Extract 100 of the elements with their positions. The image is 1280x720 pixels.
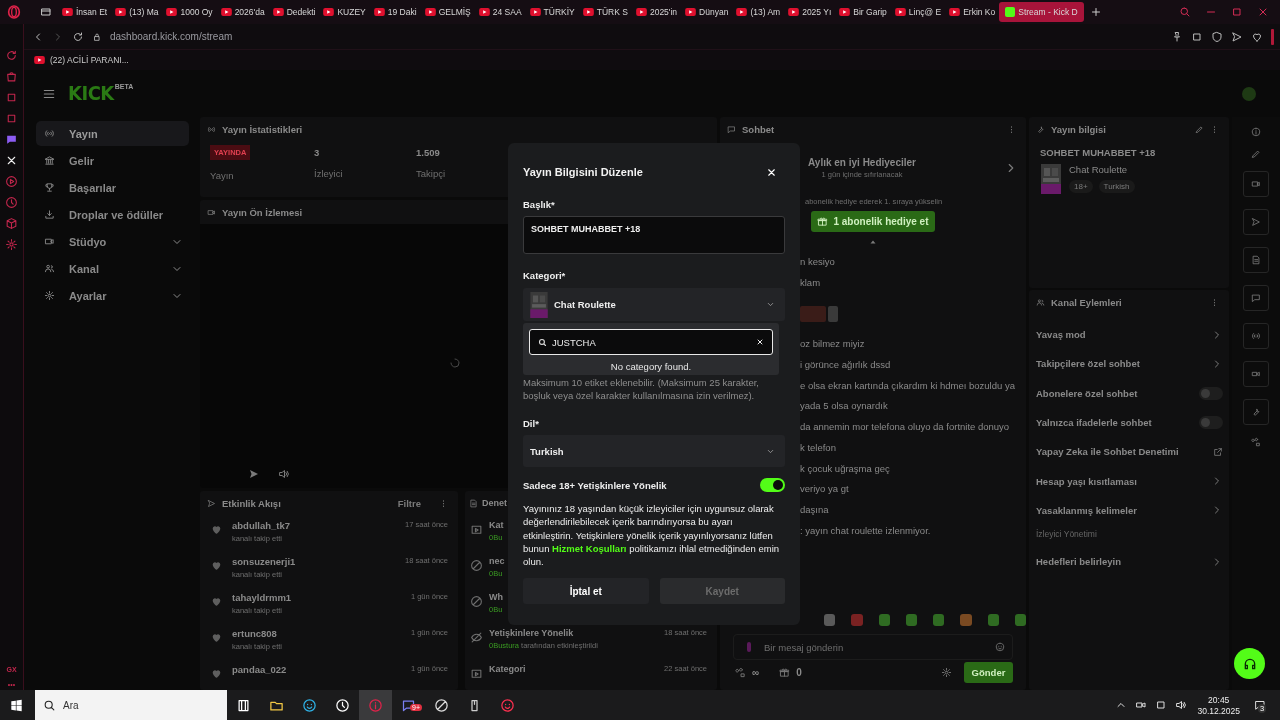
browser-tab[interactable]: Erkin Ko bbox=[945, 2, 1000, 22]
nav-item[interactable]: Ayarlar bbox=[36, 283, 189, 308]
clock-icon[interactable] bbox=[5, 196, 18, 209]
emote-icon[interactable] bbox=[905, 614, 917, 626]
browser-tab[interactable]: 1000 Oy bbox=[162, 2, 217, 22]
browser-tab[interactable]: 2026'da bbox=[216, 2, 269, 22]
terms-link[interactable]: Hizmet Koşulları bbox=[552, 542, 627, 554]
start-button[interactable] bbox=[10, 698, 23, 712]
nav-item[interactable]: Gelir bbox=[36, 148, 189, 173]
address-field[interactable]: dashboard.kick.com/stream bbox=[110, 31, 233, 42]
browser-tab[interactable]: 19 Daki bbox=[369, 2, 421, 22]
browser-tab[interactable]: TÜRK S bbox=[578, 2, 632, 22]
browser-tab[interactable]: GELMİŞ bbox=[420, 2, 475, 22]
emoji-icon[interactable] bbox=[995, 642, 1005, 652]
search-field[interactable]: Ara bbox=[35, 690, 227, 720]
logo[interactable]: KICK bbox=[68, 82, 114, 105]
reload-icon[interactable] bbox=[72, 30, 84, 43]
heart-icon bbox=[210, 667, 223, 680]
action-item[interactable]: Hedefleri belirleyin bbox=[1029, 547, 1229, 577]
toggle-switch[interactable] bbox=[1199, 416, 1223, 430]
title-field[interactable]: SOHBET MUHABBET +18 bbox=[523, 216, 785, 254]
cancel-button[interactable]: İptal et bbox=[523, 578, 649, 605]
clear-icon[interactable] bbox=[756, 338, 764, 346]
browser-tab[interactable]: 2025 Yı bbox=[784, 2, 836, 22]
emote-icon[interactable] bbox=[987, 614, 999, 626]
settings-icon[interactable] bbox=[941, 666, 952, 678]
sidebar-handle[interactable] bbox=[1271, 28, 1274, 45]
chat-bubble-icon[interactable] bbox=[5, 133, 18, 146]
browser-tab[interactable]: Bir Garip bbox=[835, 2, 891, 22]
square-icon[interactable] bbox=[5, 112, 18, 125]
filter-link[interactable]: Filtre bbox=[397, 497, 421, 509]
shield-icon[interactable] bbox=[1211, 30, 1223, 43]
gift-button[interactable]: 1 abonelik hediye et bbox=[811, 211, 935, 232]
action-item[interactable]: Yasaklanmış kelimeler bbox=[1029, 495, 1229, 526]
emote-icon[interactable] bbox=[960, 614, 972, 626]
pin-icon[interactable] bbox=[1171, 30, 1183, 43]
action-item[interactable]: Yapay Zeka ile Sohbet Denetimi bbox=[1029, 437, 1229, 467]
action-item[interactable]: Yavaş mod bbox=[1029, 320, 1229, 350]
bag-icon[interactable] bbox=[5, 70, 18, 83]
category-name: Chat Roulette bbox=[1069, 164, 1128, 175]
browser-tab[interactable]: Dedekti bbox=[268, 2, 320, 22]
category-search-field[interactable]: JUSTCHA bbox=[529, 329, 773, 355]
cube-icon[interactable] bbox=[5, 217, 18, 230]
shapes-icon[interactable] bbox=[1251, 437, 1261, 447]
search-icon[interactable] bbox=[1179, 6, 1191, 18]
maximize-icon[interactable] bbox=[1231, 6, 1243, 18]
broadcast-button[interactable] bbox=[1243, 323, 1269, 349]
ban-icon bbox=[470, 595, 483, 608]
chat-button[interactable] bbox=[1243, 285, 1269, 311]
send-icon[interactable] bbox=[1231, 30, 1243, 43]
browser-tab[interactable]: (13) Ma bbox=[111, 2, 163, 22]
settings-icon[interactable] bbox=[5, 238, 18, 251]
new-tab-icon[interactable] bbox=[1089, 6, 1102, 18]
send-button[interactable]: Gönder bbox=[964, 661, 1013, 683]
video-play-icon bbox=[115, 8, 127, 16]
nav-item[interactable]: Başarılar bbox=[36, 175, 189, 200]
notification-icon[interactable] bbox=[1254, 699, 1266, 711]
action-item[interactable]: Hesap yaşı kısıtlaması bbox=[1029, 466, 1229, 496]
browser-tab[interactable]: Linç@ E bbox=[890, 2, 946, 22]
tab-list-icon[interactable] bbox=[40, 6, 52, 18]
toggle-switch[interactable] bbox=[760, 478, 785, 492]
language-select[interactable]: Turkish bbox=[523, 435, 785, 467]
snapshot-icon[interactable] bbox=[1191, 30, 1203, 43]
browser-tab[interactable]: Dünyan bbox=[681, 2, 733, 22]
nav-item[interactable]: Droplar ve ödüller bbox=[36, 202, 189, 227]
heart-icon[interactable] bbox=[1251, 30, 1263, 43]
nav-item[interactable]: Stüdyo bbox=[36, 229, 189, 254]
nav-item[interactable]: Kanal bbox=[36, 256, 189, 281]
bookmark[interactable]: (22) ACİLİ PARANI... bbox=[34, 55, 129, 65]
browser-tab[interactable]: 2025'in bbox=[631, 2, 682, 22]
nav-item[interactable]: Yayın bbox=[36, 121, 189, 146]
network-icon[interactable] bbox=[1155, 699, 1168, 711]
emote-icon[interactable] bbox=[1014, 614, 1026, 626]
x-icon[interactable] bbox=[5, 154, 18, 167]
browser-tab[interactable]: Stream - Kick D bbox=[999, 2, 1084, 22]
browser-tab[interactable]: (13) Am bbox=[732, 2, 785, 22]
close-icon[interactable] bbox=[766, 166, 777, 178]
refresh-icon[interactable] bbox=[5, 49, 18, 62]
document-button[interactable] bbox=[1243, 247, 1269, 273]
edit-icon[interactable] bbox=[1195, 124, 1204, 134]
action-item[interactable]: Yalnızca ifadelerle sohbet bbox=[1029, 407, 1229, 438]
browser-tab[interactable]: TÜRKİY bbox=[525, 2, 579, 22]
browser-tab[interactable]: KUZEY bbox=[319, 2, 370, 22]
action-item[interactable]: Takipçilere özel sohbet bbox=[1029, 349, 1229, 379]
volume-icon[interactable] bbox=[1175, 699, 1188, 711]
browser-tab[interactable]: 24 SAA bbox=[474, 2, 526, 22]
edit-icon[interactable] bbox=[1251, 149, 1261, 159]
message-field[interactable]: Bir mesaj gönderin bbox=[733, 634, 1013, 660]
play-icon[interactable] bbox=[248, 468, 260, 480]
emote-icon[interactable] bbox=[933, 614, 945, 626]
emote-icon[interactable] bbox=[824, 614, 836, 626]
camera-button[interactable] bbox=[1243, 171, 1269, 197]
emote-icon[interactable] bbox=[878, 614, 890, 626]
action-item[interactable]: Abonelere özel sohbet bbox=[1029, 378, 1229, 408]
emote-icon[interactable] bbox=[851, 614, 863, 626]
toggle-switch[interactable] bbox=[1199, 386, 1223, 400]
info-icon[interactable] bbox=[1251, 127, 1261, 137]
category-select[interactable]: Chat Roulette bbox=[523, 288, 785, 321]
browser-tab[interactable]: İnsan Et bbox=[58, 2, 112, 22]
video-button[interactable] bbox=[1243, 361, 1269, 387]
